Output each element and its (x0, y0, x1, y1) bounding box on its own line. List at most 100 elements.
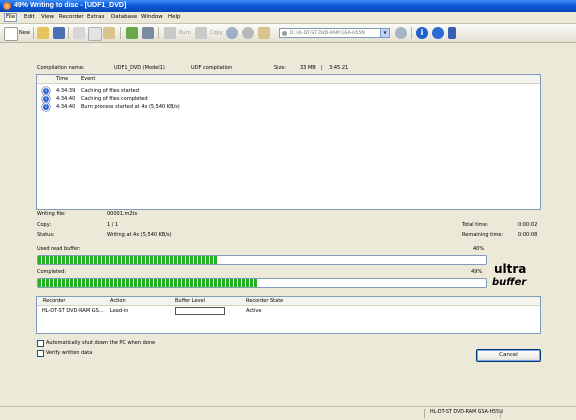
log-event: Caching of files started (81, 88, 139, 94)
drive-icon (282, 31, 287, 36)
completed-percent: 49% (471, 269, 483, 275)
status-divider (424, 409, 425, 418)
toolbar-separator (411, 27, 412, 39)
menu-file[interactable]: File (4, 13, 18, 22)
read-buffer-progress-fill (38, 256, 218, 264)
cover-designer-icon[interactable] (126, 27, 138, 39)
copy-disc-icon[interactable] (195, 27, 207, 39)
menu-edit[interactable]: Edit (24, 14, 35, 21)
eject-icon[interactable] (242, 27, 254, 39)
info-icon: i (42, 87, 50, 95)
logo-line2: buffer (492, 277, 527, 287)
log-event: Caching of files completed (81, 96, 148, 102)
log-time: 4:34:39 (56, 88, 76, 94)
read-buffer-progress-bar (37, 255, 487, 265)
recorder-buffer-level-bar (175, 307, 225, 315)
recorder-table[interactable]: Recorder Action Buffer Level Recorder St… (36, 296, 541, 334)
status-bar: HL-DT-ST DVD-RAM GSA-H55N (0, 406, 576, 420)
writing-file-value: 00001.m2ts (107, 211, 138, 217)
col-buffer-level[interactable]: Buffer Level (175, 298, 205, 304)
ultrabuffer-logo: ultra buffer (492, 262, 527, 287)
disc-info-icon[interactable] (226, 27, 238, 39)
col-recorder-state[interactable]: Recorder State (246, 298, 283, 304)
verify-checkbox[interactable] (37, 350, 44, 357)
recorder-select[interactable]: D: HL-DT-ST DVD-RAM GSA-H55N ▼ (279, 28, 390, 38)
total-time-label: Total time: (462, 222, 489, 228)
writing-file-label: Writing file: (37, 211, 66, 217)
recorder-table-header: Recorder Action Buffer Level Recorder St… (37, 297, 540, 306)
help-search-icon[interactable] (432, 27, 444, 39)
size-label: Size: (274, 65, 286, 71)
col-action[interactable]: Action (110, 298, 126, 304)
toolbar-separator (68, 27, 69, 39)
shutdown-checkbox-label[interactable]: Automatically shut down the PC when done (46, 340, 155, 346)
cancel-button[interactable]: Cancel (476, 349, 541, 362)
read-buffer-label: Used read buffer: (37, 246, 81, 252)
completed-progress-bar (37, 278, 487, 288)
menu-window[interactable]: Window (141, 14, 163, 21)
open-folder-icon[interactable] (37, 27, 49, 39)
log-row[interactable]: i 4:34:40 Caching of files completed (37, 95, 540, 103)
menu-extras[interactable]: Extras (87, 14, 104, 21)
completed-label: Completed: (37, 269, 66, 275)
title-bar[interactable]: 49% Writing to disc - [UDF1_DVD] (0, 0, 576, 12)
menu-database[interactable]: Database (111, 14, 137, 21)
duration-value: 3:45.21 (329, 65, 349, 71)
recorder-action: Lead-in (110, 308, 129, 314)
log-column-time[interactable]: Time (56, 76, 68, 82)
recorder-select-value: D: HL-DT-ST DVD-RAM GSA-H55N (290, 31, 365, 36)
toolbar: New Burn Copy D: HL-DT-ST DVD-RAM GSA-H5… (0, 24, 576, 43)
new-button-label[interactable]: New (19, 30, 30, 36)
total-time-value: 0:00:02 (518, 222, 538, 228)
logo-line1: ultra (494, 262, 526, 276)
save-icon[interactable] (53, 27, 65, 39)
copy-value: 1 / 1 (107, 222, 119, 228)
info-icon: i (42, 95, 50, 103)
toolbar-separator (33, 27, 34, 39)
copy-icon[interactable] (88, 27, 102, 41)
burn-icon[interactable] (164, 27, 176, 39)
log-time: 4:34:40 (56, 96, 76, 102)
shutdown-checkbox[interactable] (37, 340, 44, 347)
recorder-name: HL-DT-ST DVD-RAM GS... (42, 308, 104, 314)
log-time: 4:34:40 (56, 104, 76, 110)
verify-checkbox-label[interactable]: Verify written data (46, 350, 92, 356)
info-icon: i (42, 103, 50, 111)
wizard-icon[interactable] (142, 27, 154, 39)
size-separator: | (321, 65, 323, 71)
completed-progress-fill (38, 279, 258, 287)
remaining-time-value: 0:00:08 (518, 232, 538, 238)
chevron-down-icon[interactable]: ▼ (380, 29, 389, 37)
browse-folder-icon[interactable] (258, 27, 270, 39)
copy-label: Copy: (37, 222, 52, 228)
menu-recorder[interactable]: Recorder (59, 14, 84, 21)
status-value: Writing at 4x (5,540 KB/s) (107, 232, 172, 238)
log-event: Burn process started at 4x (5,540 KB/s) (81, 104, 180, 110)
new-document-icon[interactable] (4, 27, 18, 41)
recorder-state: Active (246, 308, 262, 314)
event-log[interactable]: Time Event i 4:34:39 Caching of files st… (36, 74, 541, 210)
cut-icon[interactable] (73, 27, 85, 39)
toolbar-separator (158, 27, 159, 39)
nero-app-icon (3, 2, 11, 10)
compilation-name-value: UDF1_DVD (Model1) (114, 65, 165, 71)
compilation-name-label: Compilation name: (37, 65, 85, 71)
remaining-time-label: Remaining time: (462, 232, 504, 238)
menu-help[interactable]: Help (168, 14, 181, 21)
toolbar-overflow-chevron-icon[interactable] (448, 27, 456, 39)
log-column-event[interactable]: Event (81, 76, 95, 82)
refresh-drive-icon[interactable] (395, 27, 407, 39)
col-recorder[interactable]: Recorder (43, 298, 65, 304)
log-row[interactable]: i 4:34:40 Burn process started at 4x (5,… (37, 103, 540, 111)
copy-button-label[interactable]: Copy (210, 30, 223, 36)
menu-view[interactable]: View (41, 14, 54, 21)
window-title: 49% Writing to disc - [UDF1_DVD] (14, 2, 127, 9)
status-bar-recorder: HL-DT-ST DVD-RAM GSA-H55N (430, 410, 503, 415)
paste-icon[interactable] (103, 27, 115, 39)
event-log-header: Time Event (37, 75, 540, 84)
status-divider (500, 409, 501, 418)
log-row[interactable]: i 4:34:39 Caching of files started (37, 87, 540, 95)
burn-button-label[interactable]: Burn (179, 30, 191, 36)
info-icon[interactable]: i (416, 27, 428, 39)
menu-bar: File Edit View Recorder Extras Database … (0, 12, 576, 24)
